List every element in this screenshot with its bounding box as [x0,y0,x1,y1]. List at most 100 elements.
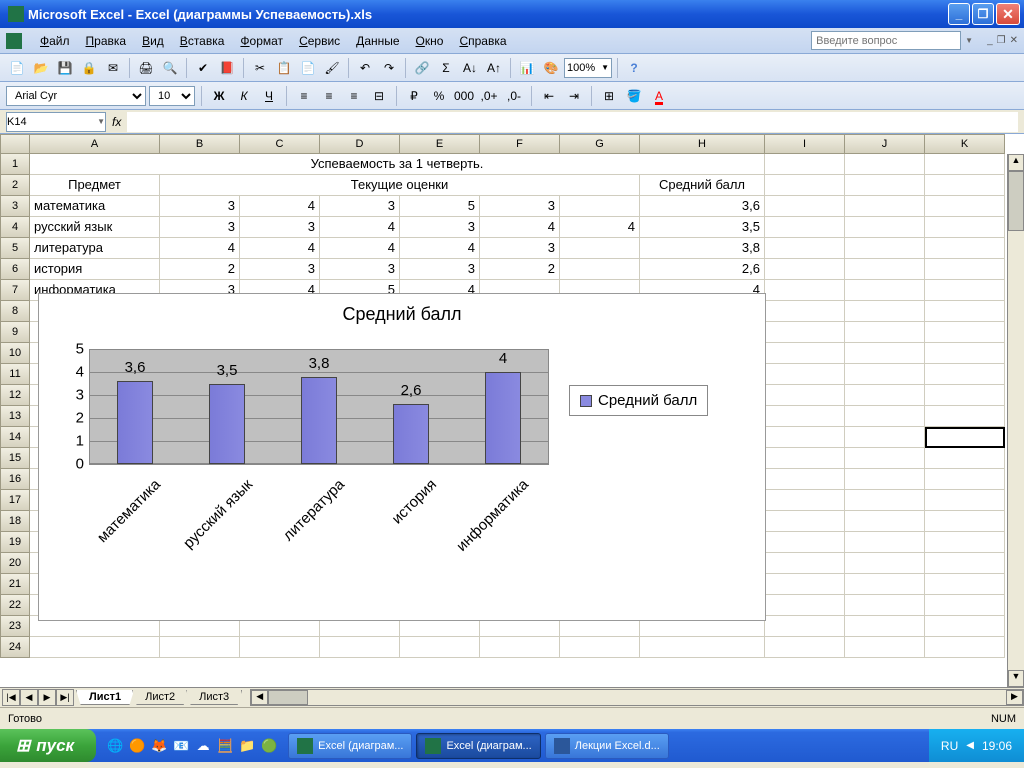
row-header-5[interactable]: 5 [0,238,30,259]
cell-I1[interactable] [765,154,845,175]
row-header-22[interactable]: 22 [0,595,30,616]
cell-K5[interactable] [925,238,1005,259]
cell-K22[interactable] [925,595,1005,616]
cell-F4[interactable]: 4 [480,217,560,238]
cell-K4[interactable] [925,217,1005,238]
cell-J8[interactable] [845,301,925,322]
cell-J12[interactable] [845,385,925,406]
cell-B24[interactable] [160,637,240,658]
cell-I9[interactable] [765,322,845,343]
taskbar-button[interactable]: Excel (диаграм... [288,733,412,759]
cell-E24[interactable] [400,637,480,658]
cell-J19[interactable] [845,532,925,553]
menu-файл[interactable]: Файл [32,32,78,50]
cell-G5[interactable] [560,238,640,259]
row-header-3[interactable]: 3 [0,196,30,217]
borders-button[interactable]: ⊞ [598,85,620,107]
save-button[interactable]: 💾 [54,57,76,79]
embedded-chart[interactable]: Средний балл 0123453,6математика3,5русск… [38,293,766,621]
cell-I13[interactable] [765,406,845,427]
cell-J20[interactable] [845,553,925,574]
menu-окно[interactable]: Окно [408,32,452,50]
cell-I23[interactable] [765,616,845,637]
cell-H3[interactable]: 3,6 [640,196,765,217]
cell-B2[interactable]: Текущие оценки [160,175,640,196]
cell-J14[interactable] [845,427,925,448]
cell-K16[interactable] [925,469,1005,490]
decrease-decimal-button[interactable]: ,0- [503,85,525,107]
cell-A2[interactable]: Предмет [30,175,160,196]
tab-nav-prev[interactable]: ◀ [20,689,38,706]
cell-F5[interactable]: 3 [480,238,560,259]
menu-формат[interactable]: Формат [232,32,291,50]
row-header-16[interactable]: 16 [0,469,30,490]
cell-K2[interactable] [925,175,1005,196]
cell-B3[interactable]: 3 [160,196,240,217]
hyperlink-button[interactable]: 🔗 [411,57,433,79]
cell-K9[interactable] [925,322,1005,343]
sort-desc-button[interactable]: A↑ [483,57,505,79]
cell-K6[interactable] [925,259,1005,280]
email-button[interactable]: ✉ [102,57,124,79]
cell-C4[interactable]: 3 [240,217,320,238]
formula-input[interactable] [127,112,1018,132]
cell-H2[interactable]: Средний балл [640,175,765,196]
worksheet[interactable]: ABCDEFGHIJK 1Успеваемость за 1 четверть.… [0,134,1024,687]
new-button[interactable]: 📄 [6,57,28,79]
horizontal-scrollbar[interactable]: ◀▶ [250,689,1024,706]
cell-C6[interactable]: 3 [240,259,320,280]
cell-J9[interactable] [845,322,925,343]
quick-launch-icon[interactable]: 🦊 [150,737,168,755]
select-all-corner[interactable] [0,134,30,154]
cell-J6[interactable] [845,259,925,280]
preview-button[interactable]: 🔍 [159,57,181,79]
cell-I18[interactable] [765,511,845,532]
cell-I12[interactable] [765,385,845,406]
cell-B5[interactable]: 4 [160,238,240,259]
decrease-indent-button[interactable]: ⇤ [538,85,560,107]
fill-color-button[interactable]: 🪣 [623,85,645,107]
col-header-E[interactable]: E [400,134,480,154]
cell-A3[interactable]: математика [30,196,160,217]
tab-nav-last[interactable]: ▶| [56,689,74,706]
align-center-button[interactable]: ≡ [318,85,340,107]
row-header-10[interactable]: 10 [0,343,30,364]
cell-I8[interactable] [765,301,845,322]
cell-G24[interactable] [560,637,640,658]
sort-asc-button[interactable]: A↓ [459,57,481,79]
cell-I6[interactable] [765,259,845,280]
cell-I3[interactable] [765,196,845,217]
cell-J23[interactable] [845,616,925,637]
maximize-button[interactable]: ❐ [972,3,994,25]
menu-справка[interactable]: Справка [451,32,514,50]
cell-I19[interactable] [765,532,845,553]
align-left-button[interactable]: ≡ [293,85,315,107]
increase-indent-button[interactable]: ⇥ [563,85,585,107]
quick-launch-icon[interactable]: 🟢 [260,737,278,755]
cell-E3[interactable]: 5 [400,196,480,217]
cell-G6[interactable] [560,259,640,280]
cell-H4[interactable]: 3,5 [640,217,765,238]
underline-button[interactable]: Ч [258,85,280,107]
row-header-8[interactable]: 8 [0,301,30,322]
quick-launch-icon[interactable]: 🧮 [216,737,234,755]
row-header-23[interactable]: 23 [0,616,30,637]
sheet-tab-Лист1[interactable]: Лист1 [76,690,134,705]
question-box[interactable] [811,31,961,50]
cell-B6[interactable]: 2 [160,259,240,280]
bold-button[interactable]: Ж [208,85,230,107]
cell-I17[interactable] [765,490,845,511]
undo-button[interactable]: ↶ [354,57,376,79]
tray-chevron-icon[interactable]: ◀ [966,740,974,751]
cell-I22[interactable] [765,595,845,616]
cell-J5[interactable] [845,238,925,259]
vertical-scrollbar[interactable]: ▲ ▼ [1007,154,1024,687]
col-header-J[interactable]: J [845,134,925,154]
cell-E6[interactable]: 3 [400,259,480,280]
cell-C5[interactable]: 4 [240,238,320,259]
cell-D6[interactable]: 3 [320,259,400,280]
permission-button[interactable]: 🔒 [78,57,100,79]
sheet-tab-Лист3[interactable]: Лист3 [186,690,242,705]
cell-K8[interactable] [925,301,1005,322]
paste-button[interactable]: 📄 [297,57,319,79]
